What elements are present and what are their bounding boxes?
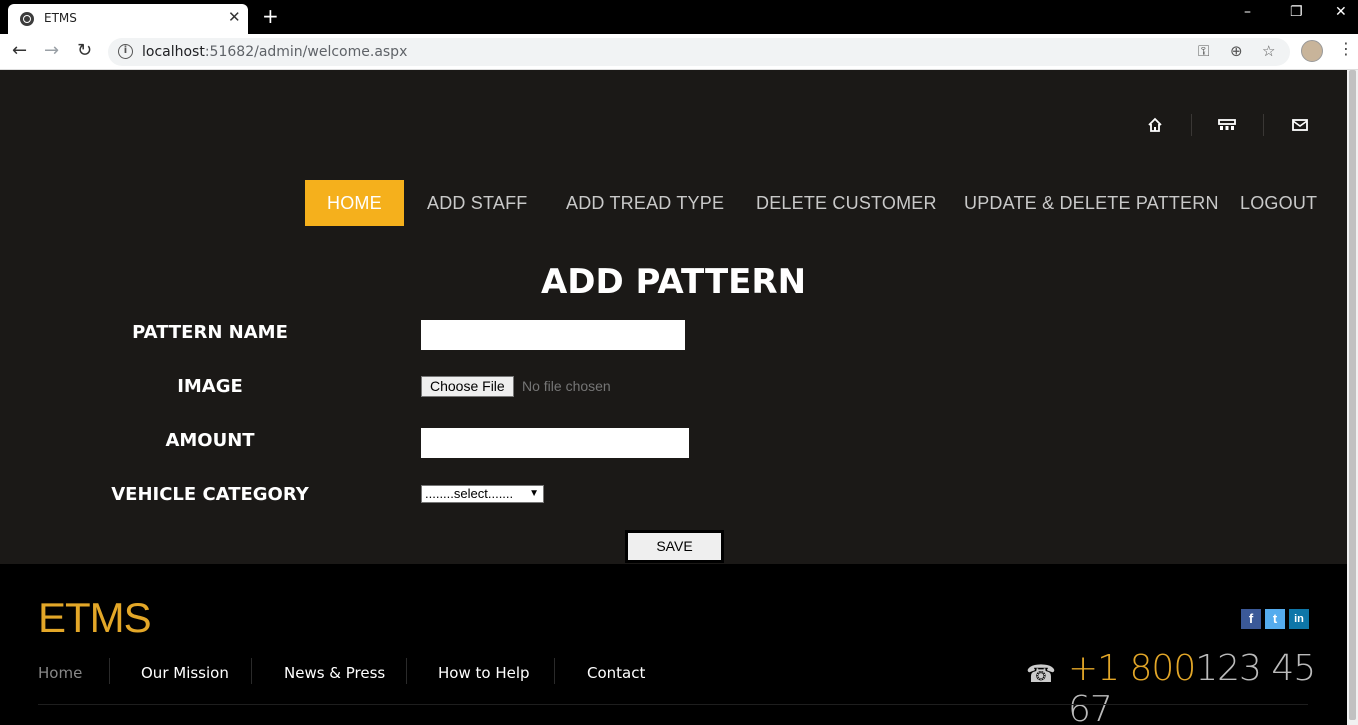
pattern-name-label: PATTERN NAME [132,322,288,343]
reload-icon[interactable]: ↻ [77,41,92,61]
footer-link-contact[interactable]: Contact [587,664,645,682]
footer-divider [251,658,252,684]
amount-input[interactable] [421,428,689,458]
globe-icon [20,12,34,26]
nav-item-logout[interactable]: LOGOUT [1240,180,1317,226]
footer-divider-line [38,704,1308,705]
forward-icon[interactable]: → [44,41,59,61]
home-icon[interactable] [1145,116,1165,136]
facebook-icon[interactable]: f [1241,609,1261,629]
url-text[interactable]: localhost:51682/admin/welcome.aspx [142,44,407,60]
browser-toolbar: ← → ↻ i localhost:51682/admin/welcome.as… [0,34,1358,70]
back-icon[interactable]: ← [12,41,27,61]
scrollbar-thumb[interactable] [1349,70,1356,720]
footer-divider [406,658,407,684]
browser-tab[interactable]: ETMS ✕ [8,4,248,34]
header-divider [1263,114,1264,136]
phone-icon: ☎ [1026,660,1056,688]
pattern-name-input[interactable] [421,320,685,350]
profile-avatar[interactable] [1301,40,1323,62]
restore-icon[interactable]: ❐ [1290,4,1303,20]
shop-icon[interactable] [1217,116,1237,136]
footer-link-how-to-help[interactable]: How to Help [438,664,530,682]
close-window-icon[interactable]: ✕ [1335,4,1347,20]
nav-item-update-delete-pattern[interactable]: UPDATE & DELETE PATTERN [964,180,1219,226]
nav-item-delete-customer[interactable]: DELETE CUSTOMER [756,180,937,226]
file-status-text: No file chosen [522,378,611,394]
footer-link-home[interactable]: Home [38,664,82,682]
tab-title: ETMS [44,11,77,25]
header-divider [1191,114,1192,136]
choose-file-button[interactable]: Choose File [421,376,514,397]
chevron-down-icon: ▼ [529,488,539,499]
footer-link-our-mission[interactable]: Our Mission [141,664,229,682]
save-button[interactable]: SAVE [625,530,724,563]
new-tab-icon[interactable]: + [262,5,279,27]
browser-menu-icon[interactable]: ⋮ [1338,40,1354,58]
info-icon[interactable]: i [118,44,133,59]
footer-logo[interactable]: ETMS [38,594,152,642]
vehicle-category-select[interactable]: ........select....... ▼ [421,485,544,503]
mail-icon[interactable] [1290,116,1310,136]
nav-item-add-staff[interactable]: ADD STAFF [427,180,527,226]
address-bar[interactable]: i localhost:51682/admin/welcome.aspx ⚿ ⊕… [108,38,1290,66]
nav-item-add-tread-type[interactable]: ADD TREAD TYPE [566,180,724,226]
footer: ETMS f t in Home Our Mission News & Pres… [0,564,1347,725]
close-tab-icon[interactable]: ✕ [228,8,241,26]
page-title: ADD PATTERN [540,262,807,302]
footer-link-news-press[interactable]: News & Press [284,664,385,682]
image-label: IMAGE [177,376,243,397]
vehicle-category-selected: ........select....... [425,486,514,501]
linkedin-icon[interactable]: in [1289,609,1309,629]
page-content: HOME ADD STAFF ADD TREAD TYPE DELETE CUS… [0,70,1347,725]
page-scrollbar[interactable] [1347,70,1358,725]
footer-divider [109,658,110,684]
star-icon[interactable]: ☆ [1262,42,1275,60]
footer-divider [554,658,555,684]
minimize-icon[interactable]: – [1244,4,1251,20]
key-icon[interactable]: ⚿ [1198,42,1209,60]
vehicle-category-label: VEHICLE CATEGORY [111,484,309,505]
phone-number: +1 800123 45 67 [1068,648,1316,725]
browser-tab-bar: ETMS ✕ + – ❐ ✕ [0,0,1358,34]
nav-item-home[interactable]: HOME [305,180,404,226]
twitter-icon[interactable]: t [1265,609,1285,629]
zoom-icon[interactable]: ⊕ [1230,42,1243,60]
amount-label: AMOUNT [165,430,255,451]
